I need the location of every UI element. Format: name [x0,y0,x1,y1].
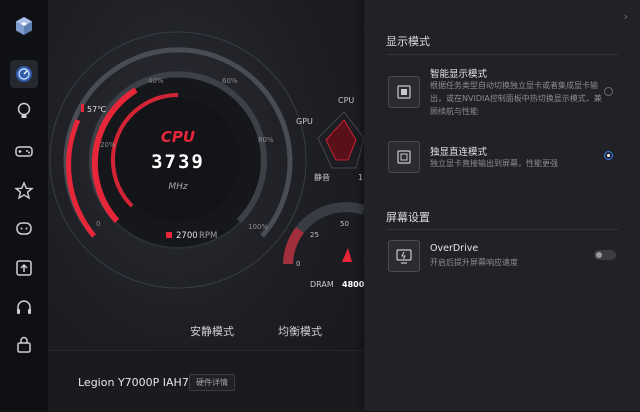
star-icon[interactable] [10,177,38,205]
direct-mode-title: 独显直连模式 [430,147,488,158]
fan-marker [166,232,172,238]
tick-label: 40% [148,77,164,85]
display-settings-panel: › 显示模式 智能显示模式 根据任务类型自动切换独立显卡或者集成显卡输出，或在N… [364,0,640,411]
cpu-frequency-value: 3739 [151,151,205,173]
cpu-frequency-unit: MHz [168,182,188,192]
cpu-gauge-area: 0 20% 40% 60% 80% 100% 57℃ CPU 3739 MHz … [48,0,366,340]
lightbulb-icon[interactable] [10,97,38,125]
gauge-label: CPU [161,128,195,146]
dram-tick: 0 [296,260,300,268]
direct-mode-radio[interactable] [604,151,613,160]
tick-label: 0 [96,220,100,228]
display-mode-title: 显示模式 [386,35,430,48]
gauge-tick-fill [66,118,96,238]
direct-mode-icon [388,141,420,173]
gamepad-icon[interactable] [10,137,38,165]
radar-label: CPU [338,96,354,105]
performance-mode-bar: 安静模式 均衡模式 [48,315,364,349]
dram-needle [342,248,352,262]
cube-logo-icon[interactable] [10,12,38,40]
quiet-mode-button[interactable]: 安静模式 [190,323,234,339]
tick-label: 20% [100,141,116,149]
dram-label: DRAM [310,280,334,289]
monitor-icon [388,240,420,272]
overdrive-description: 开启后提升屏幕响应速度 [430,258,518,267]
screen-settings-title: 屏幕设置 [386,211,430,224]
fan-speed-value: 2700 [176,231,198,241]
tick-label: 80% [258,136,274,144]
lock-icon[interactable] [10,330,38,358]
divider [386,54,618,55]
sidebar [0,0,48,411]
smart-mode-title: 智能显示模式 [430,69,488,80]
headphones-icon[interactable] [10,293,38,321]
fan-speed-unit: RPM [199,231,217,241]
dram-tick: 50 [340,220,349,228]
dram-gauge-fill [283,226,305,265]
smart-mode-radio[interactable] [604,87,613,96]
device-footer: Legion Y7000P IAH7 硬件详情 [48,350,364,412]
radar-label: GPU [296,117,313,126]
temp-marker [81,104,84,112]
divider [386,229,618,230]
smart-mode-description: 根据任务类型自动切换独立显卡或者集成显卡输出，或在NVIDIA控制面板中热切换显… [430,81,602,116]
cpu-gauge: 0 20% 40% 60% 80% 100% 57℃ CPU 3739 MHz … [49,31,366,289]
device-name: Legion Y7000P IAH7 [78,376,189,389]
dram-value: 4800 [342,280,364,289]
temperature-readout: 57℃ [87,105,106,114]
upload-icon[interactable] [10,254,38,282]
balanced-mode-button[interactable]: 均衡模式 [278,323,322,339]
direct-mode-description: 独立显卡直接输出到屏幕，性能更强 [430,159,558,168]
radar-label: 静音 [314,172,330,182]
dram-tick: 25 [310,231,319,239]
chat-icon[interactable] [10,215,38,243]
tick-label: 100% [248,223,268,231]
hardware-details-button[interactable]: 硬件详情 [189,374,235,391]
dashboard-icon[interactable] [10,60,38,88]
tick-label: 60% [222,77,238,85]
chevron-right-icon[interactable]: › [624,10,628,23]
overdrive-toggle[interactable] [594,250,616,260]
smart-mode-icon [388,76,420,108]
overdrive-title: OverDrive [430,243,479,254]
radar-label: 1 [358,173,363,182]
